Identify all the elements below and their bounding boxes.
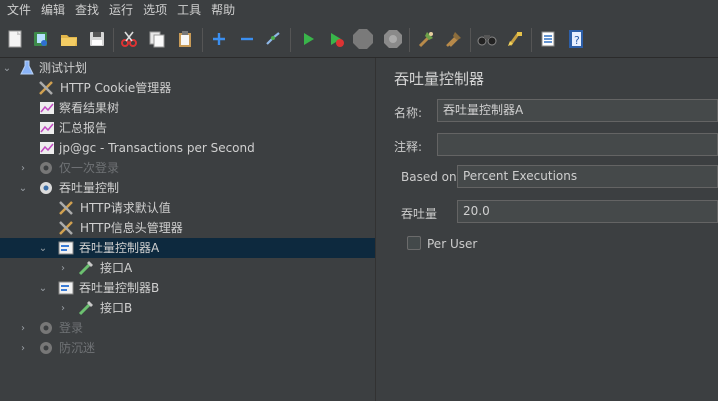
chevron-down-icon[interactable]: ⌄ xyxy=(38,278,48,298)
menu-tools[interactable]: 工具 xyxy=(172,0,206,21)
chevron-right-icon[interactable]: › xyxy=(18,338,28,358)
tree-item-http-request-defaults[interactable]: HTTP请求默认值 xyxy=(0,198,375,218)
chevron-right-icon[interactable]: › xyxy=(18,318,28,338)
tree-item-interface-b[interactable]: › 接口B xyxy=(0,298,375,318)
function-helper-icon[interactable] xyxy=(537,28,559,50)
tree-item-label: 防沉迷 xyxy=(59,341,96,355)
sampler-icon xyxy=(78,260,94,276)
panel-title: 吞吐量控制器 xyxy=(394,70,485,88)
menu-edit[interactable]: 编辑 xyxy=(36,0,70,21)
tree-item-throughput-controller-a[interactable]: ⌄ 吞吐量控制器A xyxy=(0,238,375,258)
per-user-label: Per User xyxy=(427,237,478,251)
config-icon xyxy=(38,80,54,96)
tree-item-label: 吞吐量控制 xyxy=(59,181,120,195)
tree-item-view-results-tree[interactable]: 察看结果树 xyxy=(0,98,375,118)
listener-icon xyxy=(39,120,55,136)
menu-search[interactable]: 查找 xyxy=(70,0,104,21)
tree-item-label: jp@gc - Transactions per Second xyxy=(59,141,255,155)
clear-icon[interactable] xyxy=(415,28,437,50)
collapse-icon[interactable] xyxy=(236,28,258,50)
pane-splitter[interactable] xyxy=(375,58,384,401)
listener-icon xyxy=(39,100,55,116)
gear-icon xyxy=(38,160,54,176)
tree-item-label: 汇总报告 xyxy=(59,121,108,135)
config-icon xyxy=(58,220,74,236)
tree-item-http-cookie-manager[interactable]: HTTP Cookie管理器 xyxy=(0,78,375,98)
gear-icon xyxy=(38,180,54,196)
menu-bar: 文件 编辑 查找 运行 选项 工具 帮助 xyxy=(0,0,718,21)
chevron-down-icon[interactable]: ⌄ xyxy=(18,178,28,198)
chevron-right-icon[interactable]: › xyxy=(58,258,68,278)
stop-icon[interactable] xyxy=(352,28,374,50)
tree-item-label: HTTP请求默认值 xyxy=(80,201,171,215)
svg-text:?: ? xyxy=(574,34,580,47)
templates-icon[interactable] xyxy=(30,28,52,50)
comment-label: 注释: xyxy=(394,140,423,154)
sampler-icon xyxy=(78,300,94,316)
tree-item-label: 吞吐量控制器B xyxy=(79,281,160,295)
copy-icon[interactable] xyxy=(146,28,168,50)
tree-item-transactions-per-second[interactable]: jp@gc - Transactions per Second xyxy=(0,138,375,158)
menu-options[interactable]: 选项 xyxy=(138,0,172,21)
expand-icon[interactable] xyxy=(208,28,230,50)
menu-help[interactable]: 帮助 xyxy=(206,0,240,21)
help-icon[interactable]: ? xyxy=(565,28,587,50)
tree-item-once-login[interactable]: › 仅一次登录 xyxy=(0,158,375,178)
element-editor-panel: 吞吐量控制器 名称: 吞吐量控制器A 注释: Based on Percent … xyxy=(384,58,718,401)
new-icon[interactable] xyxy=(4,28,26,50)
tree-item-label: 吞吐量控制器A xyxy=(79,241,160,255)
gear-icon xyxy=(38,320,54,336)
save-icon[interactable] xyxy=(86,28,108,50)
tree-item-label: HTTP信息头管理器 xyxy=(80,221,183,235)
menu-file[interactable]: 文件 xyxy=(2,0,36,21)
per-user-checkbox[interactable] xyxy=(407,236,421,250)
listener-icon xyxy=(39,140,55,156)
throughput-label: 吞吐量 xyxy=(401,207,438,221)
chevron-down-icon[interactable]: ⌄ xyxy=(2,58,12,78)
shutdown-icon[interactable] xyxy=(382,28,404,50)
cut-icon[interactable] xyxy=(118,28,140,50)
test-plan-tree: ⌄ 测试计划 HTTP Cookie管理器 察看结果树 汇总报告 jp@gc -… xyxy=(0,58,375,401)
name-label: 名称: xyxy=(394,106,423,120)
tree-item-login[interactable]: › 登录 xyxy=(0,318,375,338)
tree-item-anti-addiction[interactable]: › 防沉迷 xyxy=(0,338,375,358)
flask-icon xyxy=(19,60,35,76)
name-input[interactable]: 吞吐量控制器A xyxy=(437,99,718,122)
tree-item-label: 仅一次登录 xyxy=(59,161,120,175)
tree-item-http-header-manager[interactable]: HTTP信息头管理器 xyxy=(0,218,375,238)
tree-item-label: 登录 xyxy=(59,321,84,335)
start-no-timers-icon[interactable] xyxy=(325,28,347,50)
comment-input[interactable] xyxy=(437,133,718,156)
controller-icon xyxy=(58,280,74,296)
chevron-right-icon[interactable]: › xyxy=(58,298,68,318)
tree-item-label: 接口B xyxy=(100,301,133,315)
tree-item-test-plan[interactable]: ⌄ 测试计划 xyxy=(0,58,375,78)
open-icon[interactable] xyxy=(58,28,80,50)
gear-icon xyxy=(38,340,54,356)
config-icon xyxy=(58,200,74,216)
chevron-right-icon[interactable]: › xyxy=(18,158,28,178)
menu-run[interactable]: 运行 xyxy=(104,0,138,21)
tree-item-label: 接口A xyxy=(100,261,133,275)
start-icon[interactable] xyxy=(297,28,319,50)
tree-item-throughput-controller-b[interactable]: ⌄ 吞吐量控制器B xyxy=(0,278,375,298)
clear-all-icon[interactable] xyxy=(443,28,465,50)
reset-search-icon[interactable] xyxy=(504,28,526,50)
toggle-icon[interactable] xyxy=(262,28,284,50)
controller-icon xyxy=(58,240,74,256)
tree-item-label: 察看结果树 xyxy=(59,101,120,115)
based-on-label: Based on xyxy=(401,170,457,184)
based-on-select[interactable]: Percent Executions xyxy=(457,165,718,188)
paste-icon[interactable] xyxy=(174,28,196,50)
tree-item-label: 测试计划 xyxy=(39,61,88,75)
tree-item-throughput-control[interactable]: ⌄ 吞吐量控制 xyxy=(0,178,375,198)
tree-item-summary-report[interactable]: 汇总报告 xyxy=(0,118,375,138)
chevron-down-icon[interactable]: ⌄ xyxy=(38,238,48,258)
tree-item-label: HTTP Cookie管理器 xyxy=(60,81,172,95)
tree-item-interface-a[interactable]: › 接口A xyxy=(0,258,375,278)
toolbar: ? xyxy=(0,22,718,58)
throughput-input[interactable]: 20.0 xyxy=(457,200,718,223)
search-icon[interactable] xyxy=(476,28,498,50)
